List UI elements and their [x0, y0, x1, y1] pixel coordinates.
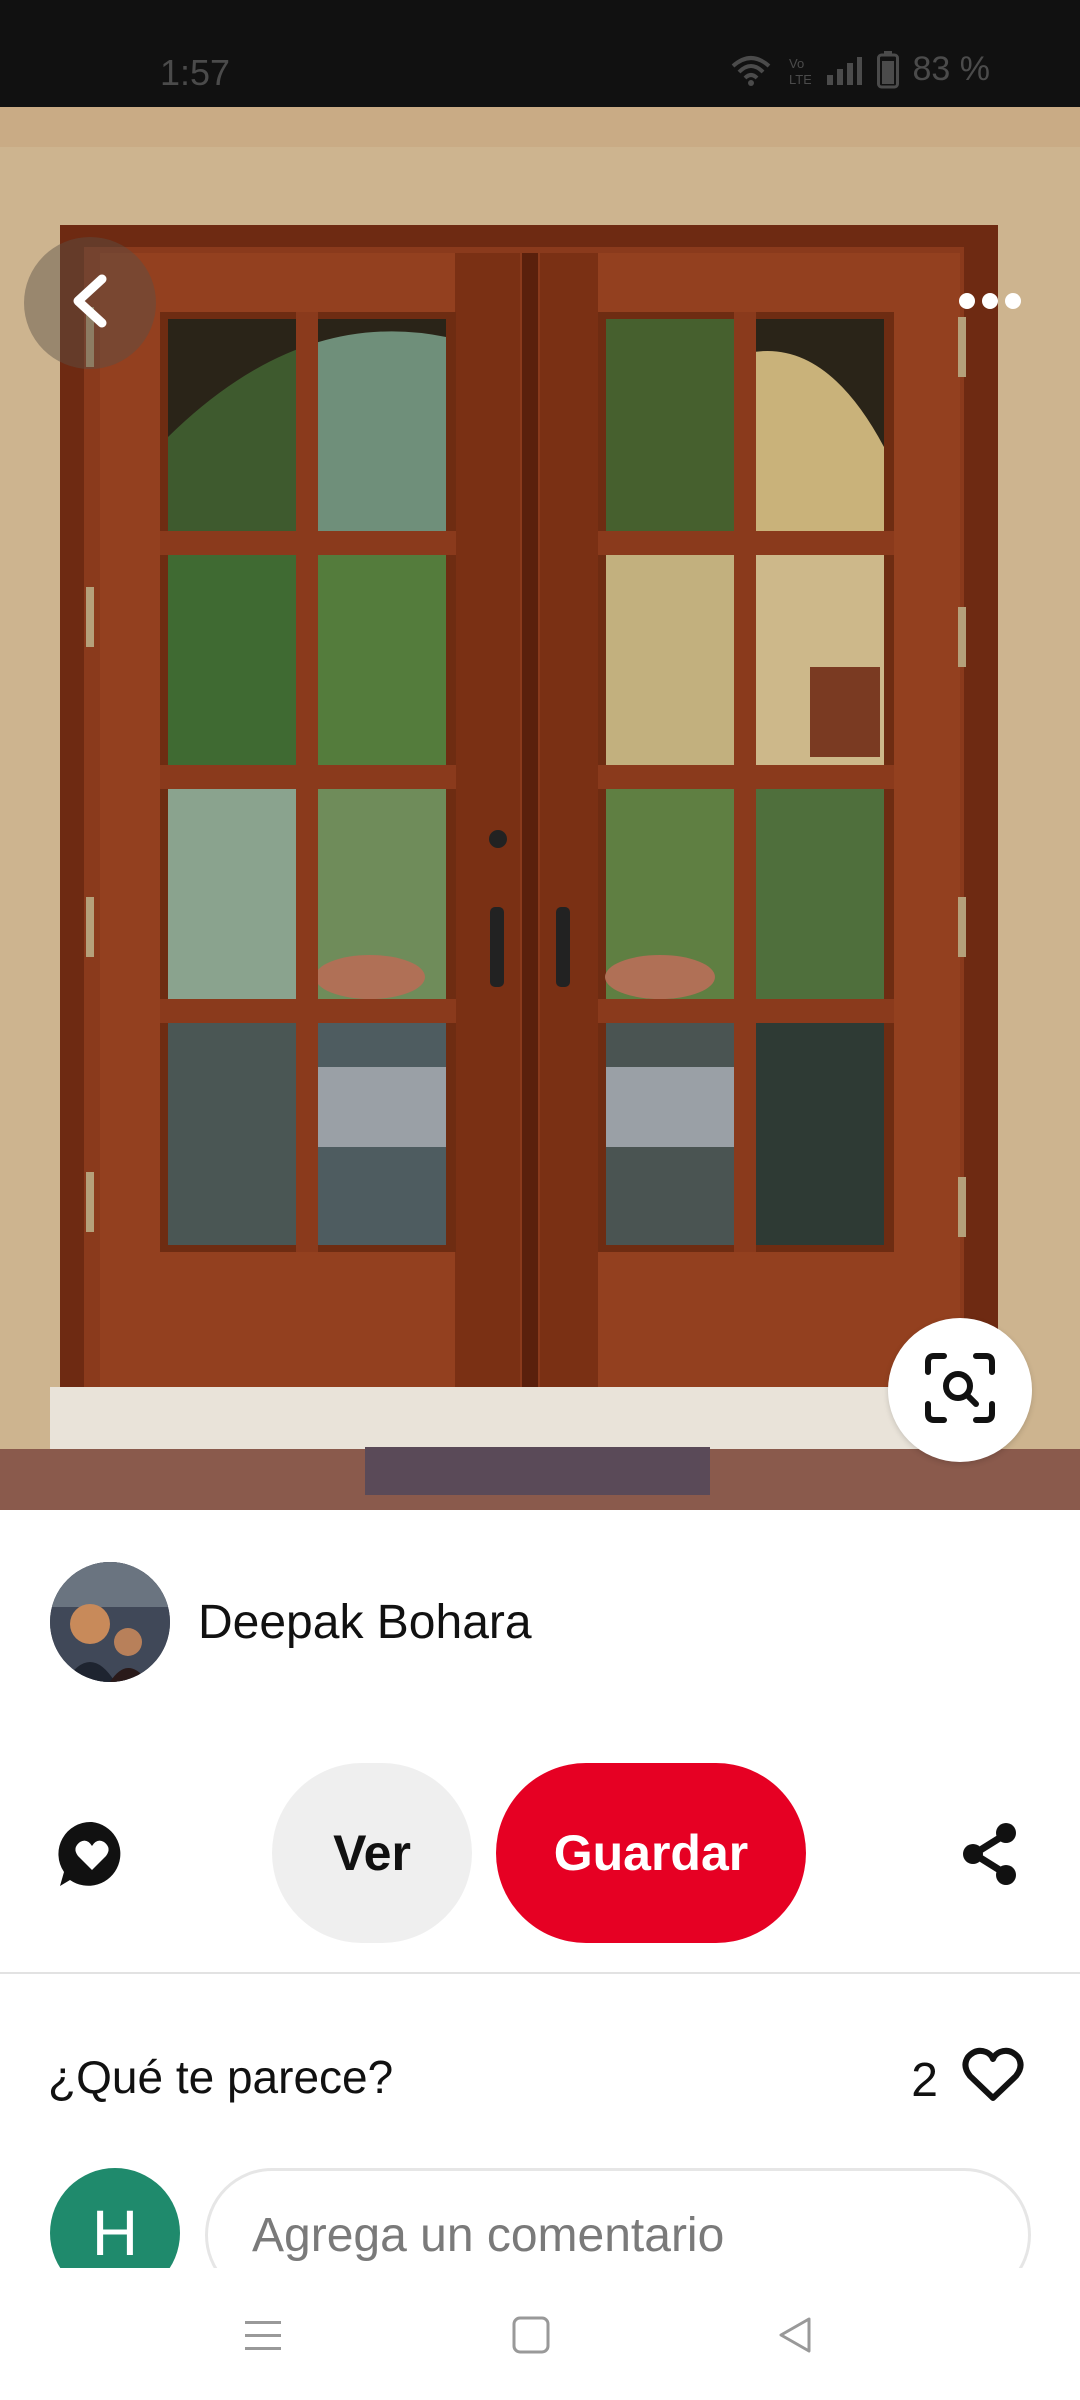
divider: [0, 1972, 1080, 1974]
back-nav-button[interactable]: [760, 2302, 830, 2372]
back-arrow-icon: [68, 273, 112, 334]
share-icon: [960, 1822, 1020, 1891]
author-name[interactable]: Deepak Bohara: [198, 1595, 532, 1650]
author-row[interactable]: Deepak Bohara: [50, 1560, 532, 1684]
author-avatar[interactable]: [50, 1562, 170, 1682]
status-time: 1:57: [160, 52, 231, 93]
view-button[interactable]: Ver: [272, 1763, 472, 1943]
menu-button[interactable]: [228, 2302, 298, 2372]
status-icons: Vo LTE 83 %: [729, 50, 991, 89]
status-bar: 1:57 Vo LTE 83 %: [0, 0, 1080, 107]
svg-text:LTE: LTE: [789, 72, 811, 86]
wifi-icon: [729, 54, 773, 86]
likes[interactable]: 2: [911, 2046, 1024, 2114]
more-options-button[interactable]: [930, 257, 1050, 349]
battery-percent: 83 %: [912, 50, 991, 88]
more-icon: [958, 292, 1022, 315]
back-icon: [775, 2315, 815, 2360]
reaction-icon: [56, 1818, 128, 1895]
home-button[interactable]: [496, 2302, 566, 2372]
heart-icon[interactable]: [962, 2046, 1024, 2114]
volte-icon: Vo LTE: [787, 54, 811, 86]
comments-heading: ¿Qué te parece?: [48, 2051, 394, 2103]
menu-icon: [243, 2317, 283, 2358]
pin-image[interactable]: [0, 107, 1080, 1510]
system-nav-bar: [0, 2268, 1080, 2400]
visual-search-button[interactable]: [888, 1318, 1032, 1462]
battery-icon: [876, 50, 899, 89]
home-icon: [511, 2315, 551, 2360]
door-photo: [0, 107, 1080, 1510]
back-button[interactable]: [24, 237, 156, 369]
signal-icon: [825, 55, 863, 85]
svg-text:Vo: Vo: [789, 56, 804, 71]
save-button[interactable]: Guardar: [496, 1763, 806, 1943]
share-button[interactable]: [946, 1812, 1034, 1900]
reaction-button[interactable]: [48, 1812, 136, 1900]
visual-search-icon: [924, 1352, 996, 1429]
like-count: 2: [911, 2053, 938, 2107]
